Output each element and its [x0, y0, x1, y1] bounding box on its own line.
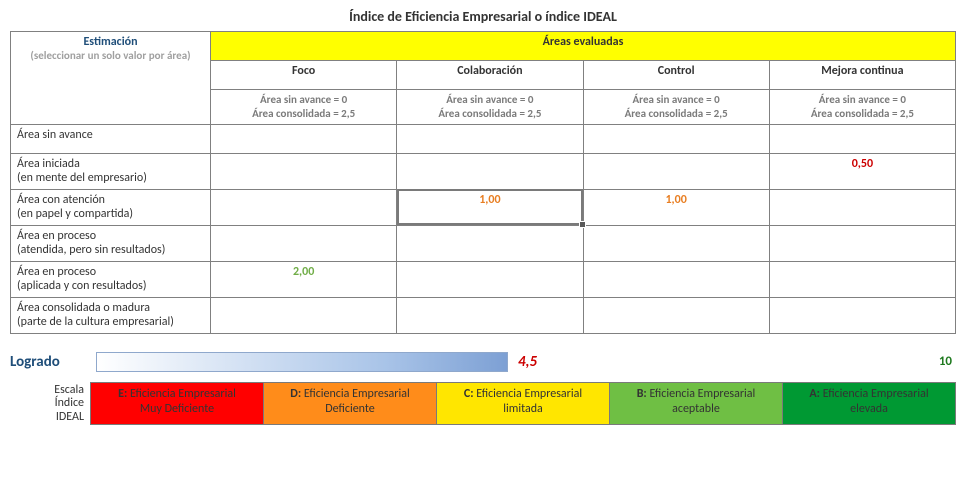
- page-title: Índice de Eficiencia Empresarial o índic…: [10, 8, 956, 25]
- value-cell[interactable]: [397, 124, 583, 153]
- value-cell[interactable]: [769, 261, 955, 297]
- value-cell[interactable]: 1,00: [397, 189, 583, 225]
- value-cell[interactable]: 0,50: [769, 153, 955, 189]
- progress-bar: [96, 352, 508, 372]
- value-cell[interactable]: [769, 225, 955, 261]
- scale-row: EscalaÍndiceIDEAL E: Eficiencia Empresar…: [10, 382, 956, 425]
- value-cell[interactable]: [583, 153, 769, 189]
- scale-cell-D: D: Eficiencia EmpresarialDeficiente: [264, 382, 437, 425]
- scale-label: EscalaÍndiceIDEAL: [10, 382, 90, 425]
- table-row: Área iniciada(en mente del empresario) 0,…: [11, 153, 956, 189]
- value-cell[interactable]: [397, 297, 583, 333]
- col-head-mejora: Mejora continua: [769, 61, 955, 90]
- logrado-max: 10: [939, 354, 956, 369]
- table-row: Área consolidada o madura(parte de la cu…: [11, 297, 956, 333]
- value-cell[interactable]: [397, 261, 583, 297]
- logrado-row: Logrado 4,5 10: [10, 352, 956, 372]
- scale-cell-B: B: Eficiencia Empresarialaceptable: [610, 382, 783, 425]
- value-cell[interactable]: [211, 297, 397, 333]
- scale-cell-C: C: Eficiencia Empresariallimitada: [437, 382, 610, 425]
- estimacion-sub: (seleccionar un solo valor por área): [17, 49, 204, 62]
- row-label: Área en proceso(atendida, pero sin resul…: [11, 225, 211, 261]
- estimacion-head: Estimación: [83, 35, 137, 49]
- table-row: Área en proceso(aplicada y con resultado…: [11, 261, 956, 297]
- logrado-value: 4,5: [518, 353, 558, 371]
- row-label: Área iniciada(en mente del empresario): [11, 153, 211, 189]
- col-hint-foco: Área sin avance = 0 Área consolidada = 2…: [211, 90, 397, 125]
- value-cell[interactable]: 2,00: [211, 261, 397, 297]
- col-head-control: Control: [583, 61, 769, 90]
- row-label: Área en proceso(aplicada y con resultado…: [11, 261, 211, 297]
- table-row: Área sin avance: [11, 124, 956, 153]
- row-label: Área con atención(en papel y compartida): [11, 189, 211, 225]
- scale-cells: E: Eficiencia EmpresarialMuy DeficienteD…: [90, 382, 956, 425]
- value-cell[interactable]: [769, 189, 955, 225]
- col-hint-mejora: Área sin avance = 0 Área consolidada = 2…: [769, 90, 955, 125]
- value-cell[interactable]: [211, 153, 397, 189]
- areas-header: Áreas evaluadas: [211, 32, 956, 61]
- evaluation-matrix: Estimación (seleccionar un solo valor po…: [10, 31, 956, 334]
- estimacion-header-cell: Estimación (seleccionar un solo valor po…: [11, 32, 211, 125]
- col-hint-colaboracion: Área sin avance = 0 Área consolidada = 2…: [397, 90, 583, 125]
- progress-bar-fill: [97, 353, 507, 371]
- value-cell[interactable]: [583, 124, 769, 153]
- value-cell[interactable]: [397, 225, 583, 261]
- row-label: Área consolidada o madura(parte de la cu…: [11, 297, 211, 333]
- value-cell[interactable]: 1,00: [583, 189, 769, 225]
- value-cell[interactable]: [211, 225, 397, 261]
- table-row: Área en proceso(atendida, pero sin resul…: [11, 225, 956, 261]
- scale-cell-A: A: Eficiencia Empresarialelevada: [783, 382, 956, 425]
- value-cell[interactable]: [397, 153, 583, 189]
- scale-cell-E: E: Eficiencia EmpresarialMuy Deficiente: [90, 382, 264, 425]
- page: Índice de Eficiencia Empresarial o índic…: [0, 0, 966, 435]
- col-head-foco: Foco: [211, 61, 397, 90]
- col-head-colaboracion: Colaboración: [397, 61, 583, 90]
- value-cell[interactable]: [583, 297, 769, 333]
- value-cell[interactable]: [583, 225, 769, 261]
- logrado-label: Logrado: [10, 353, 90, 371]
- value-cell[interactable]: [211, 189, 397, 225]
- value-cell[interactable]: [769, 297, 955, 333]
- value-cell[interactable]: [583, 261, 769, 297]
- value-cell[interactable]: [769, 124, 955, 153]
- value-cell[interactable]: [211, 124, 397, 153]
- table-row: Área con atención(en papel y compartida)…: [11, 189, 956, 225]
- row-label: Área sin avance: [11, 124, 211, 153]
- col-hint-control: Área sin avance = 0 Área consolidada = 2…: [583, 90, 769, 125]
